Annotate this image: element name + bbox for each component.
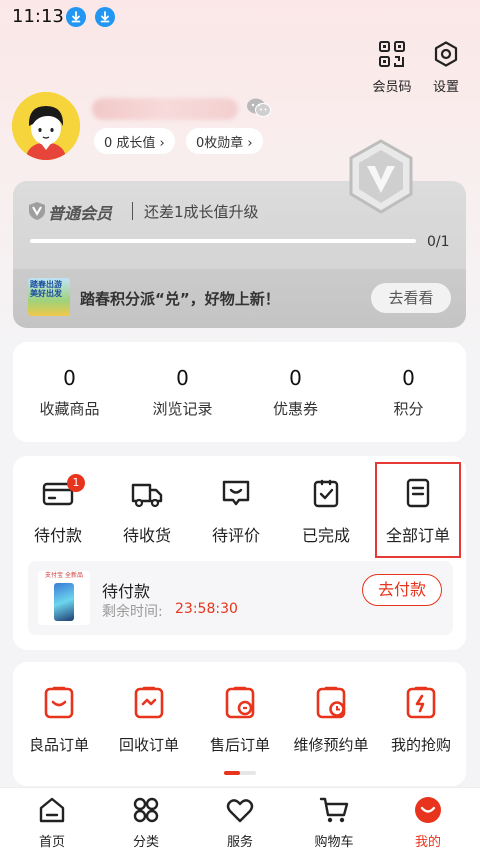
order-pending-payment[interactable]: 1 待付款: [13, 474, 103, 546]
service-my-flash-sales[interactable]: 我的抢购: [371, 684, 471, 755]
settings-icon: [434, 41, 458, 67]
order-pending-receipt[interactable]: 待收货: [102, 476, 192, 546]
member-divider: [132, 202, 133, 220]
nav-service[interactable]: 服务: [192, 795, 288, 850]
order-completed[interactable]: 已完成: [281, 476, 371, 546]
growth-value-pill[interactable]: 0 成长值 ›: [94, 128, 175, 154]
download-icon: [66, 7, 86, 27]
stat-coupons[interactable]: 0 优惠券: [239, 366, 352, 419]
settings-label: 设置: [432, 80, 459, 95]
stat-points[interactable]: 0 积分: [352, 366, 465, 419]
document-list-icon: [406, 478, 430, 508]
service-quality-orders[interactable]: 良品订单: [9, 684, 109, 755]
member-level: 普通会员: [48, 204, 113, 223]
avatar-image: [12, 92, 80, 160]
qr-code-icon: [379, 41, 405, 67]
countdown-label: 剩余时间:: [102, 604, 163, 620]
nav-home[interactable]: 首页: [4, 795, 100, 850]
avatar[interactable]: [12, 92, 80, 160]
page-indicator-active: [224, 771, 240, 775]
smile-bag-icon: [44, 686, 74, 719]
growth-progress-bar: [30, 239, 416, 243]
progress-text: 0/1: [427, 234, 450, 250]
nav-cart[interactable]: 购物车: [286, 795, 382, 850]
upgrade-text: 还差1成长值升级: [144, 203, 259, 221]
promo-text: 踏春积分派“兑”，好物上新！: [80, 290, 280, 308]
member-code-label: 会员码: [372, 80, 412, 95]
download-icon: [95, 7, 115, 27]
order-all[interactable]: 全部订单: [375, 462, 461, 558]
pay-button[interactable]: 去付款: [362, 574, 442, 606]
product-thumbnail: 支付宝 全新品: [38, 571, 90, 625]
vip-badge-icon: [346, 138, 416, 220]
home-icon: [39, 797, 65, 823]
nav-category[interactable]: 分类: [98, 795, 194, 850]
nickname-blurred: [92, 98, 238, 120]
page-indicator: [224, 771, 256, 775]
mine-smile-icon: [415, 797, 441, 823]
heart-icon: [226, 799, 254, 823]
status-bar: 11:13: [0, 0, 480, 34]
stats-card: 0 收藏商品 0 浏览记录 0 优惠券 0 积分: [13, 342, 466, 442]
pending-title: 待付款: [102, 582, 151, 601]
lightning-bag-icon: [406, 686, 436, 719]
wrench-bag-icon: [225, 686, 255, 719]
member-code-button[interactable]: 会员码: [364, 40, 420, 95]
order-badge: 1: [67, 474, 85, 492]
recycle-bag-icon: [134, 686, 164, 719]
promo-thumbnail: 踏春出游 美好出发: [28, 278, 70, 316]
badges-pill[interactable]: 0枚勋章 ›: [186, 128, 263, 154]
clock-bag-icon: [316, 686, 346, 719]
settings-button[interactable]: 设置: [418, 40, 474, 95]
countdown-value: 23:58:30: [175, 601, 238, 617]
order-pending-review[interactable]: 待评价: [191, 476, 281, 546]
member-shield-icon: [28, 201, 46, 225]
delivery-truck-icon: [131, 483, 163, 508]
service-recycle-orders[interactable]: 回收订单: [99, 684, 199, 755]
service-aftersale-orders[interactable]: 售后订单: [190, 684, 290, 755]
check-bag-icon: [313, 479, 339, 508]
service-repair-appointments[interactable]: 维修预约单: [281, 684, 381, 755]
nav-mine[interactable]: 我的: [380, 795, 476, 850]
wechat-icon: [246, 97, 272, 123]
category-icon: [133, 797, 159, 823]
cart-icon: [319, 797, 349, 823]
stat-favorites[interactable]: 0 收藏商品: [13, 366, 126, 419]
review-chat-icon: [222, 480, 250, 506]
status-time: 11:13: [12, 6, 64, 27]
promo-go-button[interactable]: 去看看: [371, 283, 451, 313]
stat-history[interactable]: 0 浏览记录: [126, 366, 239, 419]
phone-image: [54, 583, 74, 621]
